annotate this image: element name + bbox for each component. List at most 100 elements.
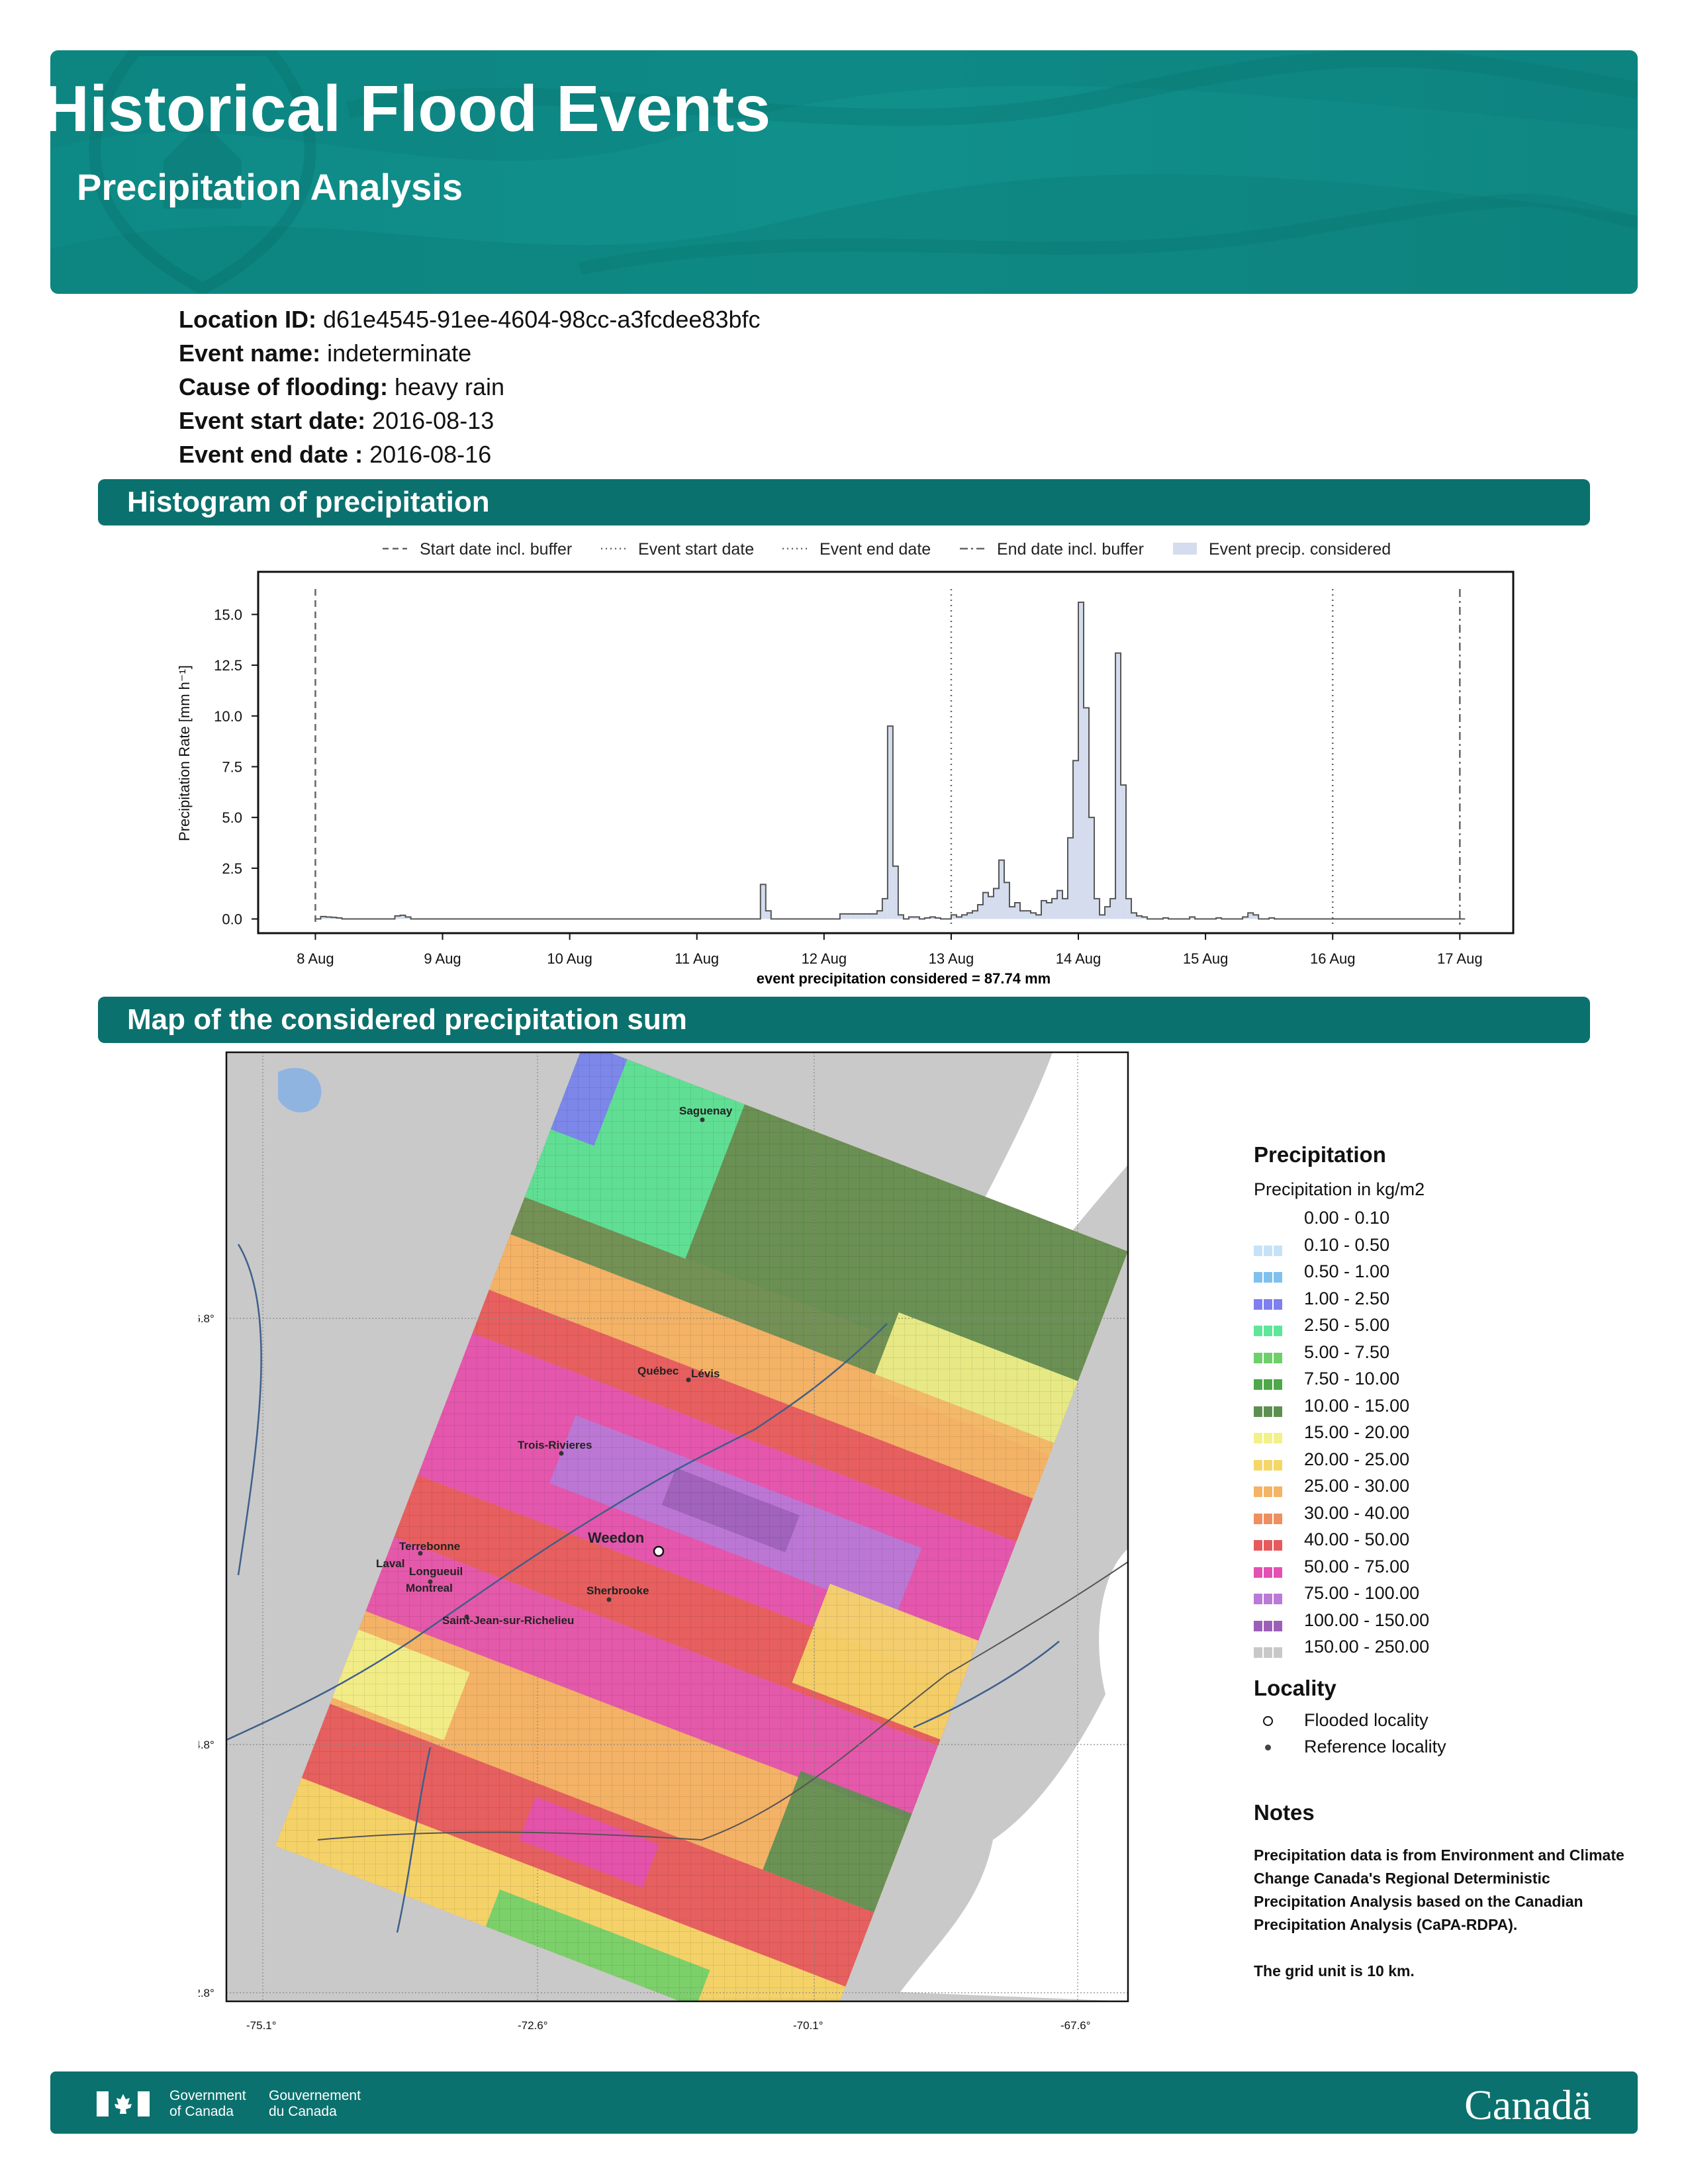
legend-swatch: [1254, 1535, 1284, 1551]
lon-label-1: -75.1°: [246, 2019, 277, 2032]
page-subtitle: Precipitation Analysis: [77, 166, 463, 208]
x-tick-label: 16 Aug: [1310, 950, 1356, 967]
y-tick-label: 10.0: [214, 708, 242, 725]
info-end-date: Event end date :2016-08-16: [179, 441, 492, 468]
lat-label-3: +42.8°: [199, 1987, 214, 1999]
legend-event-end: Event end date: [820, 540, 931, 559]
precip-bar: [1009, 907, 1015, 919]
precip-bar: [1068, 837, 1074, 919]
legend-item: 20.00 - 25.00: [1254, 1448, 1624, 1475]
x-tick-label: 17 Aug: [1437, 950, 1483, 967]
precip-bar: [1062, 898, 1068, 919]
precip-bar: [876, 911, 882, 919]
legend-subtitle: Precipitation in kg/m2: [1254, 1179, 1425, 1199]
legend-swatch: [1254, 1213, 1284, 1224]
legend-flooded: Flooded locality: [1254, 1710, 1624, 1737]
x-axis-label: event precipitation considered = 87.74 m…: [757, 970, 1051, 987]
legend-item: 2.50 - 5.00: [1254, 1314, 1624, 1341]
notes-title: Notes: [1254, 1799, 1315, 1825]
legend-swatch: [1254, 1615, 1284, 1631]
legend-swatch: [1254, 1428, 1284, 1443]
legend-title: Precipitation: [1254, 1142, 1386, 1167]
legend-item: 7.50 - 10.00: [1254, 1367, 1624, 1394]
precip-bar: [765, 911, 771, 919]
legend-swatch: [1254, 1642, 1284, 1658]
precip-bar: [1094, 898, 1100, 919]
precip-bar: [1004, 882, 1009, 919]
city-trois-rivieres: Trois-Rivieres: [518, 1439, 592, 1451]
footer: Government of Canada Gouvernement du Can…: [50, 2071, 1638, 2134]
precip-bar: [845, 913, 851, 919]
y-tick-label: 7.5: [222, 758, 242, 775]
info-location-id: Location ID: d61e4545-91ee-4604-98cc-a3fc…: [179, 306, 761, 333]
legend-swatch: [1254, 1401, 1284, 1417]
precip-bar: [998, 860, 1004, 919]
city-levis: Lévis: [691, 1367, 720, 1380]
legend-item: 150.00 - 250.00: [1254, 1635, 1624, 1662]
section-histogram: Histogram of precipitation: [98, 479, 1590, 525]
precip-bar: [1110, 898, 1116, 919]
x-tick-label: 15 Aug: [1183, 950, 1229, 967]
y-tick-label: 15.0: [214, 606, 242, 623]
legend-item: 25.00 - 30.00: [1254, 1475, 1624, 1502]
x-tick-label: 13 Aug: [929, 950, 974, 967]
precip-bar: [1084, 707, 1090, 919]
legend-item: 30.00 - 40.00: [1254, 1502, 1624, 1529]
legend-item: 5.00 - 7.50: [1254, 1341, 1624, 1368]
legend-item: 50.00 - 75.00: [1254, 1555, 1624, 1582]
precip-bar: [1047, 902, 1053, 919]
precipitation-histogram: Start date incl. buffer Event start date…: [176, 540, 1515, 987]
gov-en: Government of Canada: [169, 2088, 246, 2119]
gov-fr: Gouvernement du Canada: [269, 2088, 361, 2119]
x-tick-label: 8 Aug: [297, 950, 334, 967]
legend-swatch: [1254, 1347, 1284, 1363]
y-axis-ticks: 0.0 2.5 5.0 7.5 10.0 12.5 15.0: [214, 606, 258, 928]
precip-bar: [988, 896, 994, 919]
flooded-locality-marker: [653, 1545, 665, 1557]
flooded-marker-icon: [1263, 1715, 1273, 1726]
precip-bar: [1014, 902, 1020, 919]
precip-bar: [866, 913, 872, 919]
map-legend: Precipitation Precipitation in kg/m2 0.0…: [1254, 1142, 1624, 1983]
legend-item: 0.00 - 0.10: [1254, 1206, 1624, 1234]
precip-bar: [1089, 817, 1095, 919]
precip-bar: [1248, 913, 1254, 919]
precip-bar: [892, 866, 898, 919]
precip-bar: [1019, 911, 1025, 919]
legend-item: 0.10 - 0.50: [1254, 1234, 1624, 1261]
precip-bar: [861, 913, 867, 919]
precip-bar: [839, 913, 845, 919]
legend-swatch: [1254, 1374, 1284, 1390]
y-axis-label: Precipitation Rate [mm h⁻¹]: [176, 665, 193, 841]
legend-swatch: [1254, 1294, 1284, 1310]
plot-frame: [257, 570, 1515, 934]
y-tick-label: 2.5: [222, 860, 242, 877]
x-tick-label: 14 Aug: [1056, 950, 1102, 967]
city-terrebonne: Terrebonne: [399, 1540, 460, 1553]
legend-item: 15.00 - 20.00: [1254, 1421, 1624, 1448]
legend-swatch: [1254, 1562, 1284, 1578]
precip-bar: [1126, 898, 1132, 919]
reference-marker-icon: [1265, 1744, 1271, 1751]
precip-bar: [1025, 911, 1031, 919]
canada-wordmark: Canadä: [1464, 2081, 1591, 2128]
precip-bar: [1030, 913, 1036, 919]
lon-label-4: -67.6°: [1060, 2019, 1091, 2032]
city-longueuil: Longueuil: [409, 1565, 463, 1578]
city-saguenay: Saguenay: [679, 1105, 733, 1117]
legend-event-start: Event start date: [638, 540, 754, 559]
city-quebec: Québec: [637, 1365, 679, 1377]
precip-bar: [982, 892, 988, 919]
legend-end-buffer: End date incl. buffer: [997, 540, 1144, 559]
legend-start-buffer: Start date incl. buffer: [420, 540, 572, 559]
legend-items: 0.00 - 0.10 0.10 - 0.50 0.50 - 1.00 1.00 - …: [1254, 1206, 1624, 1662]
y-tick-label: 5.0: [222, 809, 242, 826]
city-saint-jean: Saint-Jean-sur-Richelieu: [442, 1614, 574, 1627]
canada-flag-icon: [97, 2091, 150, 2116]
precipitation-map: Saguenay Québec Lévis Trois-Rivieres Ter…: [199, 1051, 1129, 2032]
precip-bar: [1057, 890, 1063, 919]
lat-label-2: +44.8°: [199, 1739, 214, 1751]
precip-bar: [882, 898, 888, 919]
precip-bar: [760, 884, 766, 919]
legend-swatch: [1254, 1320, 1284, 1336]
